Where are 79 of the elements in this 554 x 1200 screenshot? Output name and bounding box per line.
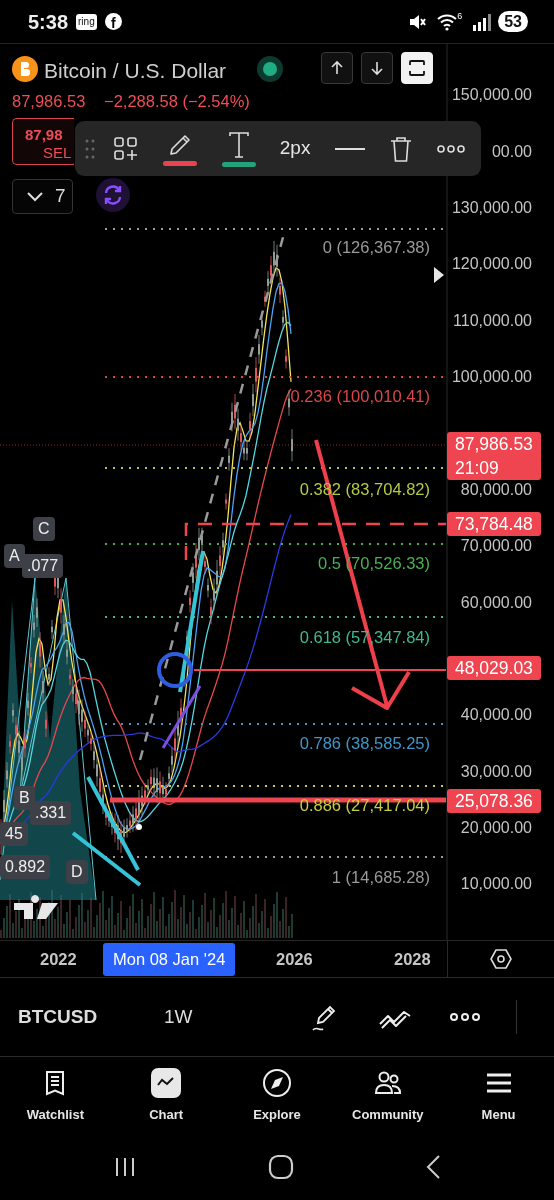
axis-label: 150,000.00 <box>451 85 532 105</box>
expand-handle-icon[interactable] <box>434 267 444 283</box>
line-width-button[interactable]: 2px <box>273 126 317 171</box>
logo-icon <box>14 895 58 919</box>
notification-icon: f <box>104 13 122 30</box>
arrow-up-icon <box>329 60 345 76</box>
back-icon[interactable] <box>424 1154 441 1180</box>
pattern-label: 0.892 <box>0 855 51 879</box>
chart-icon <box>150 1067 183 1100</box>
signal-icon <box>472 12 493 31</box>
axis-label: 30,000.00 <box>460 762 532 782</box>
axis-label: 60,000.00 <box>460 593 532 613</box>
nav-tab[interactable]: Chart <box>116 1067 217 1125</box>
price-tag: 87,986.53 21:09 <box>447 432 541 480</box>
axis-label: 130,000.00 <box>451 198 532 218</box>
price-change: −2,288.58 (−2.54%) <box>104 91 250 112</box>
crosshair-date: Mon 08 Jan '24 <box>103 943 236 976</box>
more-icon <box>436 143 465 154</box>
wifi-band-label: 6 <box>457 10 463 23</box>
pattern-label: .077 <box>22 554 64 578</box>
axis-label: 2022 <box>39 949 78 970</box>
text-tool-icon <box>226 130 251 159</box>
indicators-toggle[interactable]: 7 <box>12 179 73 214</box>
price-tag: 73,784.48 <box>447 512 541 536</box>
axis-label: 110,000.00 <box>453 311 532 331</box>
pattern-label: D <box>66 860 88 884</box>
pattern-label: C <box>33 517 55 541</box>
more-icon[interactable] <box>450 1012 480 1022</box>
arrow-down-icon <box>369 60 385 76</box>
pattern-label: 45 <box>0 822 28 846</box>
fullscreen-button[interactable] <box>401 52 433 84</box>
compass-icon <box>261 1067 293 1100</box>
trash-icon <box>388 134 413 163</box>
settings-icon[interactable] <box>490 948 512 970</box>
sync-icon[interactable] <box>96 178 130 212</box>
axis-label: 70,000.00 <box>460 536 532 556</box>
price-tag: 48,029.03 <box>447 656 541 680</box>
last-price: 87,986.53 <box>12 91 86 112</box>
pattern-label: .331 <box>30 801 72 825</box>
scroll-up-button[interactable] <box>321 52 353 84</box>
coin-icon <box>12 56 38 82</box>
level-label: 0.236 (100,010.41) <box>290 386 430 407</box>
drag-handle-icon[interactable] <box>85 137 95 160</box>
text-color-swatch <box>221 161 256 167</box>
nav-tab[interactable]: Menu <box>448 1067 549 1125</box>
chevron-down-icon <box>27 191 43 202</box>
nav-tab[interactable]: Explore <box>227 1067 327 1125</box>
battery-level: 53 <box>498 10 528 33</box>
level-label: 0.786 (38,585.25) <box>299 733 430 754</box>
axis-label: 120,000.00 <box>451 254 532 274</box>
symbol-name[interactable]: BTCUSD <box>18 1002 164 1032</box>
grid-plus-icon <box>113 135 140 162</box>
level-label: 0 (126,367.38) <box>322 237 430 258</box>
interval-label[interactable]: 1W <box>164 1002 193 1032</box>
status-time: 5:38 <box>28 9 69 35</box>
axis-label: 10,000.00 <box>460 874 532 894</box>
axis-label: 100,000.00 <box>451 367 532 387</box>
level-label: 1 (14,685.28) <box>331 867 430 888</box>
axis-label: 2026 <box>275 949 314 970</box>
axis-label: 00.00 <box>491 142 532 162</box>
line-color-swatch <box>163 160 198 166</box>
notification-icon: ring <box>76 13 97 30</box>
scroll-down-button[interactable] <box>361 52 393 84</box>
axis-label: 20,000.00 <box>460 818 532 838</box>
nav-tab[interactable]: Community <box>337 1067 438 1125</box>
pattern-label: B <box>14 786 35 810</box>
axis-label: 2028 <box>393 949 432 970</box>
fullscreen-icon <box>408 59 426 77</box>
axis-label: 40,000.00 <box>460 705 532 725</box>
wifi-icon <box>437 12 458 31</box>
axis-label: 80,000.00 <box>460 480 532 500</box>
price-tag: 25,078.36 <box>447 789 541 813</box>
home-icon[interactable] <box>268 1154 294 1180</box>
marker-dot <box>136 824 142 830</box>
circle-drawing <box>157 652 193 688</box>
sell-button[interactable]: 87,98 SEL <box>12 118 74 165</box>
pattern-label: A <box>4 544 25 568</box>
nav-tab[interactable]: Watchlist <box>5 1067 106 1125</box>
symbol-title: Bitcoin / U.S. Dollar <box>44 58 227 84</box>
